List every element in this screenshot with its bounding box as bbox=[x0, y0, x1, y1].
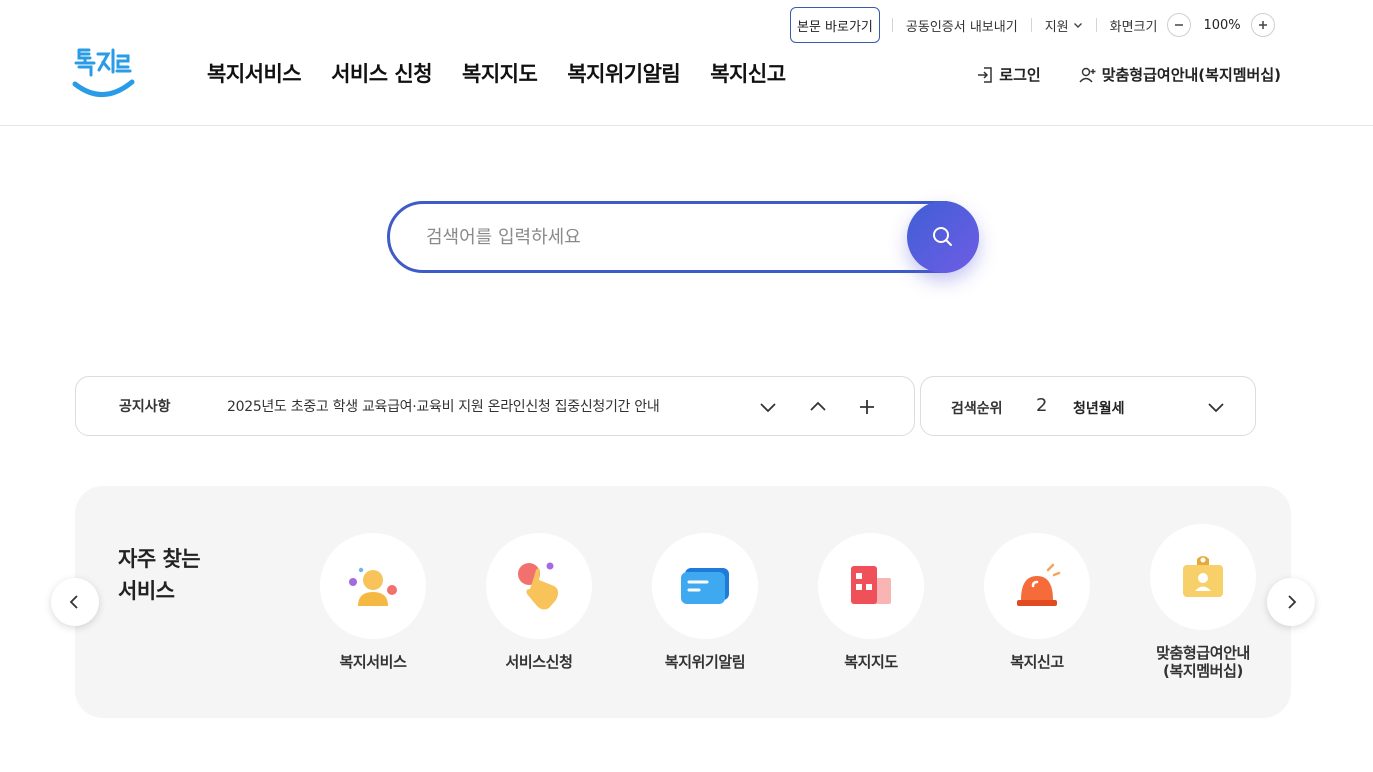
search-icon bbox=[933, 227, 952, 246]
rank-term[interactable]: 청년월세 bbox=[1073, 398, 1125, 418]
frequent-services-panel: 자주 찾는 서비스 복지서비스 서비스신청 복지위기알림 복지지도 복지신고 맞… bbox=[75, 486, 1291, 718]
notice-prev-button[interactable] bbox=[807, 396, 829, 418]
title-line-1: 자주 찾는 bbox=[118, 547, 201, 571]
nav-service-apply[interactable]: 서비스 신청 bbox=[331, 58, 432, 88]
service-welfare[interactable]: 복지서비스 bbox=[298, 533, 448, 671]
user-plus-icon bbox=[1079, 67, 1096, 82]
login-link[interactable]: 로그인 bbox=[976, 64, 1041, 85]
service-label: 복지서비스 bbox=[339, 653, 407, 671]
membership-card-icon bbox=[1183, 556, 1223, 597]
siren-icon bbox=[1017, 563, 1061, 606]
service-label: 복지신고 bbox=[1010, 653, 1064, 671]
carousel-next-button[interactable] bbox=[1267, 578, 1315, 626]
service-apply[interactable]: 서비스신청 bbox=[464, 533, 614, 671]
divider bbox=[1030, 18, 1032, 32]
site-logo[interactable] bbox=[70, 40, 140, 102]
service-icon-circle bbox=[320, 533, 426, 639]
service-label: 맞춤형급여안내 (복지멤버십) bbox=[1156, 644, 1250, 680]
person-icon bbox=[349, 567, 397, 606]
chevron-right-icon bbox=[1288, 595, 1297, 609]
support-label: 지원 bbox=[1044, 19, 1069, 35]
search-input[interactable] bbox=[426, 204, 896, 270]
service-icon-circle bbox=[984, 533, 1090, 639]
notice-label: 공지사항 bbox=[119, 399, 171, 415]
chevron-down-icon bbox=[1208, 403, 1224, 413]
zoom-in-button[interactable] bbox=[1250, 13, 1275, 37]
membership-link[interactable]: 맞춤형급여안내(복지멤버십) bbox=[1079, 64, 1281, 85]
nav-crisis-alert[interactable]: 복지위기알림 bbox=[567, 58, 680, 88]
service-icon-circle bbox=[652, 533, 758, 639]
header-actions: 로그인 맞춤형급여안내(복지멤버십) bbox=[976, 64, 1281, 85]
header-divider bbox=[0, 125, 1373, 126]
notice-next-button[interactable] bbox=[757, 396, 779, 418]
plus-icon bbox=[1258, 21, 1267, 29]
search-bar bbox=[387, 201, 979, 273]
plus-icon bbox=[860, 400, 874, 414]
service-crisis-alert[interactable]: 복지위기알림 bbox=[630, 533, 780, 671]
map-building-icon bbox=[851, 566, 891, 604]
nav-welfare-map[interactable]: 복지지도 bbox=[462, 58, 538, 88]
login-icon bbox=[978, 66, 993, 83]
service-membership[interactable]: 맞춤형급여안내 (복지멤버십) bbox=[1128, 524, 1278, 680]
nav-welfare-report[interactable]: 복지신고 bbox=[710, 58, 786, 88]
rank-number: 2 bbox=[1036, 395, 1048, 416]
zoom-value: 100% bbox=[1203, 17, 1241, 33]
notice-more-button[interactable] bbox=[856, 396, 878, 418]
notice-bar: 공지사항 2025년도 초중고 학생 교육급여·교육비 지원 온라인신청 집중신… bbox=[75, 376, 915, 436]
service-label: 복지지도 bbox=[844, 653, 898, 671]
service-label: 서비스신청 bbox=[505, 653, 573, 671]
login-label: 로그인 bbox=[999, 66, 1041, 84]
cert-export-link[interactable]: 공동인증서 내보내기 bbox=[906, 16, 1018, 35]
frequent-services-title: 자주 찾는 서비스 bbox=[118, 543, 201, 607]
main-nav: 복지서비스 서비스 신청 복지지도 복지위기알림 복지신고 bbox=[207, 58, 816, 88]
chevron-down-icon bbox=[1073, 20, 1083, 30]
divider bbox=[891, 18, 893, 32]
zoom-out-button[interactable] bbox=[1167, 13, 1192, 37]
carousel-prev-button[interactable] bbox=[51, 578, 99, 626]
minus-icon bbox=[1175, 24, 1184, 26]
divider bbox=[1095, 18, 1097, 32]
message-icon bbox=[681, 568, 729, 604]
service-icon-circle bbox=[818, 533, 924, 639]
screen-size-label: 화면크기 bbox=[1109, 19, 1158, 35]
service-icon-circle bbox=[1150, 524, 1256, 630]
title-line-2: 서비스 bbox=[118, 579, 175, 603]
service-label: 복지위기알림 bbox=[664, 653, 746, 671]
chevron-up-icon bbox=[810, 401, 826, 411]
notice-text[interactable]: 2025년도 초중고 학생 교육급여·교육비 지원 온라인신청 집중신청기간 안… bbox=[227, 396, 660, 416]
service-welfare-map[interactable]: 복지지도 bbox=[796, 533, 946, 671]
utility-bar: 본문 바로가기 공동인증서 내보내기 지원 화면크기 100% bbox=[790, 7, 1275, 43]
skip-to-content-button[interactable]: 본문 바로가기 bbox=[790, 7, 880, 43]
rank-expand-button[interactable] bbox=[1205, 396, 1227, 418]
rank-label: 검색순위 bbox=[951, 401, 1003, 417]
service-icon-circle bbox=[486, 533, 592, 639]
nav-welfare-services[interactable]: 복지서비스 bbox=[207, 58, 302, 88]
chevron-down-icon bbox=[760, 403, 776, 413]
chevron-left-icon bbox=[69, 595, 78, 609]
support-dropdown[interactable]: 지원 bbox=[1045, 16, 1083, 35]
hand-click-icon bbox=[518, 562, 559, 610]
search-rank-bar: 검색순위 2 청년월세 bbox=[920, 376, 1256, 436]
membership-label: 맞춤형급여안내(복지멤버십) bbox=[1101, 66, 1281, 84]
search-button[interactable] bbox=[907, 201, 979, 273]
service-welfare-report[interactable]: 복지신고 bbox=[962, 533, 1112, 671]
bokjiro-logo-icon bbox=[72, 48, 135, 97]
